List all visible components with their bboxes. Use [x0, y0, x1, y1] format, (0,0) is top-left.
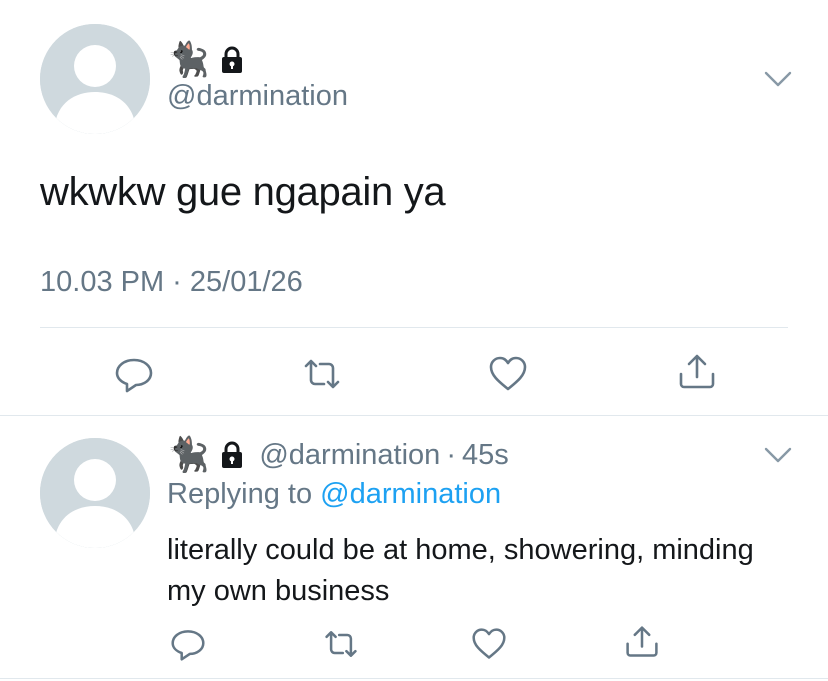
like-icon[interactable]	[488, 354, 528, 394]
tweet-age[interactable]: 45s	[462, 439, 509, 472]
tweet-text: wkwkw gue ngapain ya	[40, 170, 446, 214]
share-icon[interactable]	[677, 352, 717, 392]
reply-text: literally could be at home, showering, m…	[167, 534, 754, 607]
lock-icon	[221, 441, 243, 469]
share-icon[interactable]	[624, 624, 660, 660]
like-icon[interactable]	[471, 626, 507, 662]
replying-to-label: Replying to	[167, 478, 313, 510]
divider	[40, 327, 788, 328]
divider	[0, 678, 828, 679]
display-name[interactable]: 🐈‍⬛	[167, 40, 243, 80]
default-avatar-icon	[40, 438, 150, 548]
avatar[interactable]	[40, 438, 150, 548]
mention-link[interactable]: @darmination	[320, 478, 501, 510]
black-cat-emoji: 🐈‍⬛	[167, 436, 210, 474]
divider	[0, 415, 828, 416]
retweet-icon[interactable]	[323, 626, 359, 662]
reply-header[interactable]: 🐈‍⬛ @darmination · 45s	[167, 434, 509, 476]
avatar[interactable]	[40, 24, 150, 134]
retweet-icon[interactable]	[302, 354, 342, 394]
user-handle[interactable]: @darmination	[167, 80, 348, 113]
default-avatar-icon	[40, 24, 150, 134]
separator-dot: ·	[446, 438, 456, 471]
chevron-down-icon[interactable]	[764, 446, 792, 464]
black-cat-emoji: 🐈‍⬛	[167, 41, 210, 79]
tweet-timestamp[interactable]: 10.03 PM · 25/01/26	[40, 266, 303, 299]
reply-icon[interactable]	[170, 626, 206, 662]
reply-icon[interactable]	[114, 354, 154, 394]
lock-icon	[221, 46, 243, 74]
replying-to-line: Replying to @darmination	[167, 478, 501, 511]
user-handle[interactable]: @darmination	[259, 439, 440, 472]
chevron-down-icon[interactable]	[764, 70, 792, 88]
